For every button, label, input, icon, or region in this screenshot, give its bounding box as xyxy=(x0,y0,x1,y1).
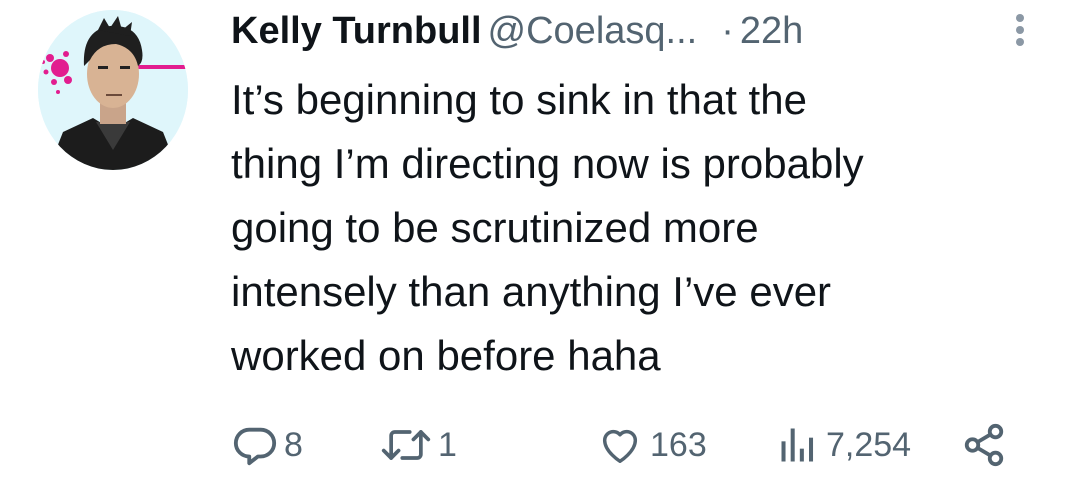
views-button[interactable]: 7,254 xyxy=(776,420,911,470)
reply-button[interactable]: 8 xyxy=(232,420,303,470)
author-handle[interactable]: @Coelasq... xyxy=(488,10,698,52)
more-vertical-icon xyxy=(1016,14,1024,46)
views-count: 7,254 xyxy=(826,425,912,464)
reply-icon xyxy=(233,427,277,466)
timestamp[interactable]: 22h xyxy=(740,10,803,52)
tweet-text: It’s beginning to sink in that the thing… xyxy=(231,76,864,379)
author-name[interactable]: Kelly Turnbull xyxy=(231,10,482,52)
separator-dot: · xyxy=(721,10,734,52)
share-button[interactable] xyxy=(960,420,1008,470)
reply-count: 8 xyxy=(284,425,303,464)
avatar-illustration xyxy=(38,10,188,170)
repost-count: 1 xyxy=(438,425,457,464)
action-bar: 8 1 163 7,254 xyxy=(232,420,1012,470)
like-count: 163 xyxy=(650,425,707,464)
avatar[interactable] xyxy=(38,10,188,170)
like-button[interactable]: 163 xyxy=(596,420,707,470)
tweet[interactable]: Kelly Turnbull @Coelasq... · 22h It’s begin… xyxy=(0,0,1080,492)
repost-icon xyxy=(381,430,431,460)
more-options-button[interactable] xyxy=(1010,10,1030,50)
views-icon xyxy=(781,428,814,462)
tweet-header: Kelly Turnbull @Coelasq... · 22h xyxy=(231,6,1031,56)
share-icon xyxy=(964,423,1004,467)
repost-button[interactable]: 1 xyxy=(380,420,457,470)
heart-icon xyxy=(602,429,638,464)
